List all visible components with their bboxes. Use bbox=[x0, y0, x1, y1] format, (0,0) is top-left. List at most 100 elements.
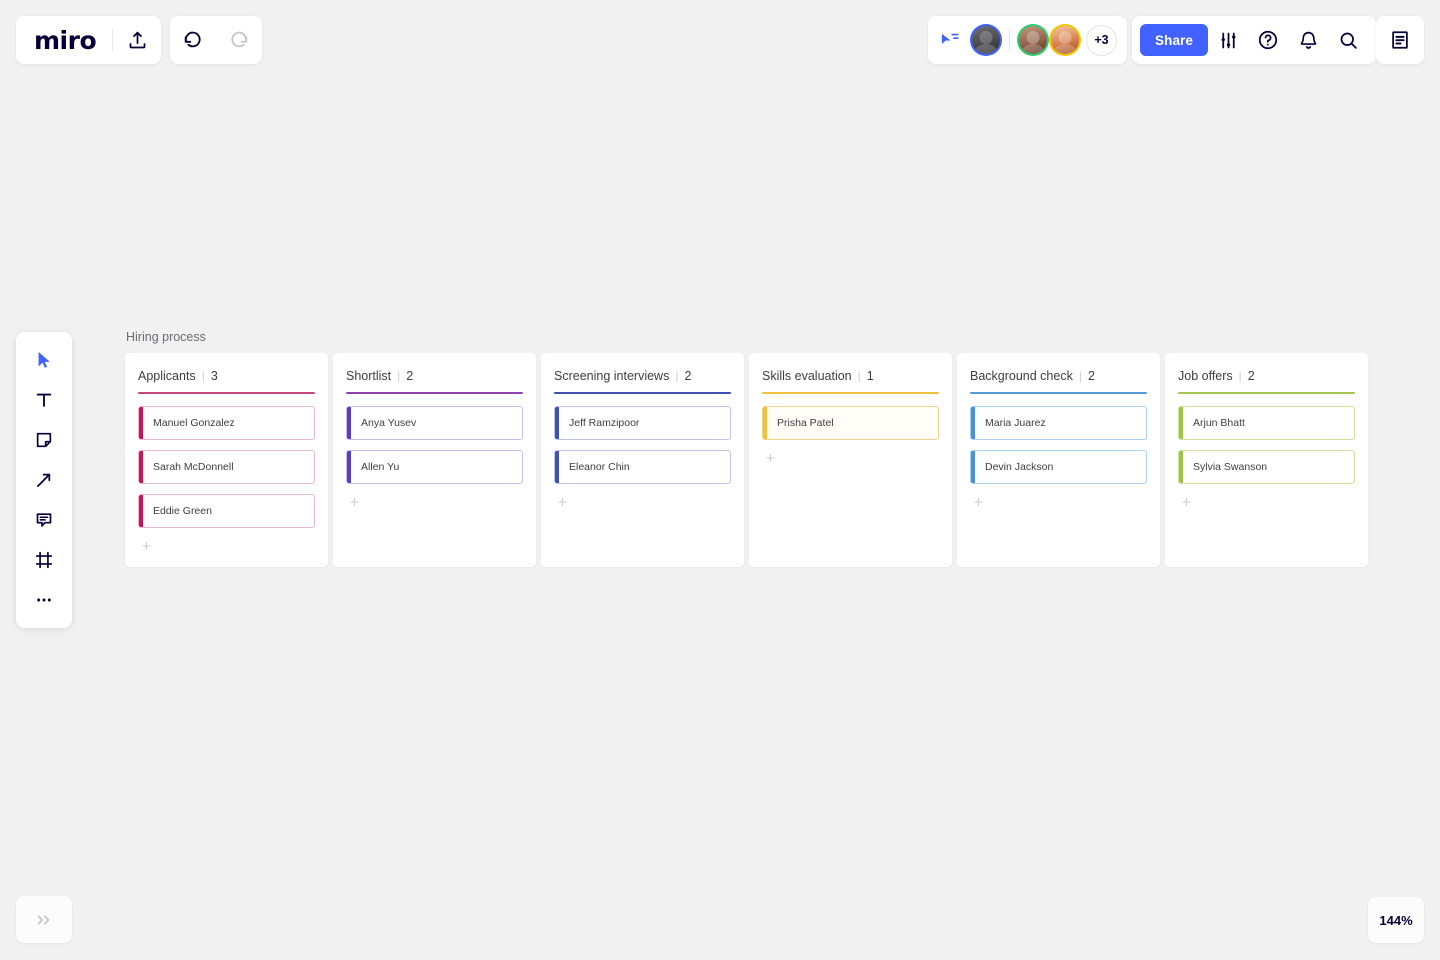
tool-text[interactable] bbox=[24, 380, 64, 420]
column-header: Background check | 2 bbox=[970, 366, 1147, 383]
undo-button[interactable] bbox=[170, 16, 216, 64]
text-icon bbox=[34, 390, 54, 410]
column-title[interactable]: Background check bbox=[970, 369, 1073, 383]
column-count: 3 bbox=[210, 369, 218, 383]
sticky-note-icon bbox=[34, 430, 54, 450]
add-card-button[interactable]: + bbox=[554, 494, 731, 510]
kanban-card[interactable]: Eleanor Chin bbox=[554, 449, 731, 484]
column-title[interactable]: Skills evaluation bbox=[762, 369, 852, 383]
card-label: Eddie Green bbox=[153, 504, 212, 517]
card-label: Eleanor Chin bbox=[569, 460, 630, 473]
add-card-button[interactable]: + bbox=[346, 494, 523, 510]
add-card-button[interactable]: + bbox=[138, 538, 315, 554]
frame-title[interactable]: Hiring process bbox=[125, 330, 1368, 344]
card-label: Arjun Bhatt bbox=[1193, 416, 1245, 429]
kanban-card[interactable]: Manuel Gonzalez bbox=[138, 405, 315, 440]
avatar-overflow-count[interactable]: +3 bbox=[1086, 24, 1117, 56]
kanban-card[interactable]: Maria Juarez bbox=[970, 405, 1147, 440]
card-label: Allen Yu bbox=[361, 460, 400, 473]
frame-icon bbox=[34, 550, 54, 570]
column-separator: | bbox=[1238, 369, 1242, 383]
expand-panel-button[interactable] bbox=[16, 896, 72, 943]
card-label: Jeff Ramzipoor bbox=[569, 416, 640, 429]
card-label: Maria Juarez bbox=[985, 416, 1046, 429]
undo-icon bbox=[182, 29, 204, 51]
upload-icon bbox=[127, 30, 148, 51]
column-title[interactable]: Applicants bbox=[138, 369, 196, 383]
column-accent-rule bbox=[1178, 392, 1355, 394]
add-card-button[interactable]: + bbox=[1178, 494, 1355, 510]
column-count: 2 bbox=[1247, 369, 1255, 383]
miro-logo[interactable]: miro bbox=[16, 28, 112, 53]
search-button[interactable] bbox=[1328, 18, 1368, 62]
kanban-column: Skills evaluation | 1 Prisha Patel + bbox=[749, 353, 952, 567]
column-separator: | bbox=[201, 369, 205, 383]
column-header: Skills evaluation | 1 bbox=[762, 366, 939, 383]
help-button[interactable] bbox=[1248, 18, 1288, 62]
frame-hiring-process: Hiring process Applicants | 3 Manuel Gonzal… bbox=[125, 330, 1368, 567]
card-label: Sarah McDonnell bbox=[153, 460, 234, 473]
column-title[interactable]: Job offers bbox=[1178, 369, 1233, 383]
document-icon bbox=[1389, 29, 1411, 51]
kanban-card[interactable]: Sarah McDonnell bbox=[138, 449, 315, 484]
column-header: Applicants | 3 bbox=[138, 366, 315, 383]
notes-panel-button[interactable] bbox=[1376, 16, 1424, 64]
kanban-column: Screening interviews | 2 Jeff Ramzipoor Elea… bbox=[541, 353, 744, 567]
cursor-share-button[interactable] bbox=[940, 31, 960, 49]
kanban-column: Applicants | 3 Manuel Gonzalez Sarah McDonne… bbox=[125, 353, 328, 567]
column-accent-rule bbox=[970, 392, 1147, 394]
sliders-icon bbox=[1218, 30, 1239, 51]
column-separator: | bbox=[1078, 369, 1082, 383]
zoom-level-indicator[interactable]: 144% bbox=[1368, 897, 1424, 943]
card-label: Manuel Gonzalez bbox=[153, 416, 235, 429]
left-toolbar bbox=[16, 332, 72, 628]
more-icon bbox=[34, 590, 54, 610]
upload-button[interactable] bbox=[113, 16, 161, 64]
logo-toolbar-group: miro bbox=[16, 16, 162, 64]
card-label: Sylvia Swanson bbox=[1193, 460, 1268, 473]
kanban-column: Shortlist | 2 Anya Yusev Allen Yu + bbox=[333, 353, 536, 567]
kanban-column: Background check | 2 Maria Juarez Devin Jack… bbox=[957, 353, 1160, 567]
redo-button[interactable] bbox=[216, 16, 262, 64]
share-button[interactable]: Share bbox=[1140, 24, 1209, 56]
column-count: 2 bbox=[1087, 369, 1095, 383]
avatar-divider bbox=[1009, 29, 1010, 51]
kanban-board: Applicants | 3 Manuel Gonzalez Sarah McDonne… bbox=[125, 353, 1368, 567]
tool-more[interactable] bbox=[24, 580, 64, 620]
kanban-card[interactable]: Allen Yu bbox=[346, 449, 523, 484]
card-label: Devin Jackson bbox=[985, 460, 1054, 473]
column-separator: | bbox=[397, 369, 401, 383]
history-toolbar-group bbox=[170, 16, 262, 64]
kanban-card[interactable]: Eddie Green bbox=[138, 493, 315, 528]
tool-frame[interactable] bbox=[24, 540, 64, 580]
search-icon bbox=[1338, 30, 1359, 51]
notifications-button[interactable] bbox=[1288, 18, 1328, 62]
kanban-card[interactable]: Sylvia Swanson bbox=[1178, 449, 1355, 484]
card-label: Anya Yusev bbox=[361, 416, 417, 429]
add-card-button[interactable]: + bbox=[970, 494, 1147, 510]
column-count: 2 bbox=[406, 369, 414, 383]
kanban-card[interactable]: Prisha Patel bbox=[762, 405, 939, 440]
column-title[interactable]: Shortlist bbox=[346, 369, 391, 383]
column-accent-rule bbox=[138, 392, 315, 394]
kanban-card[interactable]: Devin Jackson bbox=[970, 449, 1147, 484]
column-title[interactable]: Screening interviews bbox=[554, 369, 669, 383]
add-card-button[interactable]: + bbox=[762, 450, 939, 466]
kanban-card[interactable]: Jeff Ramzipoor bbox=[554, 405, 731, 440]
column-accent-rule bbox=[554, 392, 731, 394]
avatar[interactable] bbox=[1049, 24, 1081, 56]
avatar-image bbox=[972, 26, 1000, 54]
kanban-card[interactable]: Anya Yusev bbox=[346, 405, 523, 440]
tool-connector[interactable] bbox=[24, 460, 64, 500]
avatar[interactable] bbox=[970, 24, 1002, 56]
kanban-card[interactable]: Arjun Bhatt bbox=[1178, 405, 1355, 440]
board-settings-button[interactable] bbox=[1208, 18, 1248, 62]
tool-comment[interactable] bbox=[24, 500, 64, 540]
tool-select[interactable] bbox=[24, 340, 64, 380]
column-count: 2 bbox=[684, 369, 692, 383]
arrow-icon bbox=[34, 470, 54, 490]
help-circle-icon bbox=[1257, 29, 1279, 51]
avatar[interactable] bbox=[1017, 24, 1049, 56]
collaborators-group: +3 bbox=[928, 16, 1127, 64]
tool-sticky-note[interactable] bbox=[24, 420, 64, 460]
